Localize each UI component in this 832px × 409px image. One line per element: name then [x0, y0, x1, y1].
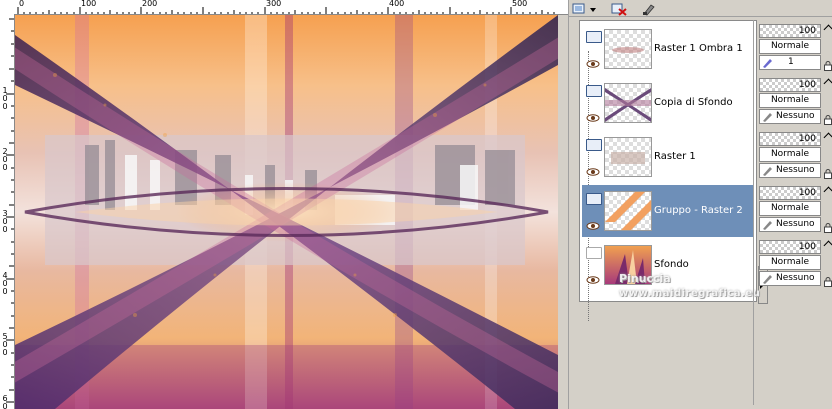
vruler-label-500: 5 0 0 [2, 332, 8, 357]
mask-value: 1 [788, 57, 794, 67]
brush-icon [762, 165, 773, 176]
opacity-slider[interactable]: 100 [759, 78, 821, 92]
layer-thumbnail[interactable] [604, 137, 652, 177]
brush-icon [762, 273, 773, 284]
layer-row-raster-1-ombra-1[interactable]: Raster 1 Ombra 1 [582, 23, 754, 75]
layer-props-raster-1: 100 Normale Nessuno [757, 130, 832, 182]
ruler-label-200: 200 [142, 0, 158, 8]
blend-mode-select[interactable]: Normale [759, 201, 821, 216]
ruler-label-500: 500 [512, 0, 528, 8]
palette-divider [753, 20, 754, 405]
layer-type-icon[interactable] [586, 31, 602, 43]
opacity-value: 100 [798, 80, 816, 90]
lock-icon[interactable] [824, 272, 832, 287]
horizontal-ruler: 0 100 200 300 400 500 [0, 0, 568, 15]
layer-thumbnail[interactable] [604, 29, 652, 69]
vruler-label-100: 1 0 0 [2, 86, 8, 111]
canvas-artwork [15, 15, 558, 409]
opacity-slider[interactable]: 100 [759, 132, 821, 146]
layer-row-copia-di-sfondo[interactable]: Copia di Sfondo [582, 77, 754, 129]
visibility-eye-icon[interactable] [586, 53, 600, 68]
layer-name: Copia di Sfondo [654, 97, 733, 108]
layer-props-raster-1-ombra-1: 100 Normale 1 [757, 22, 832, 74]
new-layer-icon[interactable] [571, 1, 587, 14]
blend-mode-select[interactable]: Normale [759, 147, 821, 162]
mask-value: Nessuno [776, 219, 815, 229]
brush-icon [762, 111, 773, 122]
opacity-slider[interactable]: 100 [759, 24, 821, 38]
chevron-icon[interactable] [823, 186, 832, 197]
dropdown-arrow-icon[interactable] [588, 1, 604, 14]
layer-props-copia-di-sfondo: 100 Normale Nessuno [757, 76, 832, 128]
vruler-label-200: 2 0 0 [2, 147, 8, 172]
visibility-eye-icon[interactable] [586, 107, 600, 122]
brush-icon [762, 219, 773, 230]
opacity-value: 100 [798, 188, 816, 198]
delete-layer-icon[interactable] [611, 1, 627, 16]
opacity-value: 100 [798, 134, 816, 144]
vruler-label-600: 6 0 0 [2, 394, 8, 409]
layer-thumbnail[interactable] [604, 83, 652, 123]
lock-icon[interactable] [824, 218, 832, 233]
mask-field[interactable]: Nessuno [759, 271, 821, 286]
opacity-value: 100 [798, 242, 816, 252]
chevron-icon[interactable] [823, 132, 832, 143]
layer-name: Gruppo - Raster 2 [654, 205, 743, 216]
layer-name: Raster 1 [654, 151, 696, 162]
blend-mode-select[interactable]: Normale [759, 39, 821, 54]
mask-value: Nessuno [776, 165, 815, 175]
layer-props-gruppo-raster-2: 100 Normale Nessuno [757, 184, 832, 236]
mask-field[interactable]: Nessuno [759, 109, 821, 124]
layer-name: Raster 1 Ombra 1 [654, 43, 743, 54]
visibility-eye-icon[interactable] [586, 269, 600, 284]
blend-mode-select[interactable]: Normale [759, 255, 821, 270]
opacity-slider[interactable]: 100 [759, 240, 821, 254]
canvas-gutter [558, 15, 568, 409]
watermark-url: www.maidiregrafica.eu [619, 288, 761, 299]
layer-name: Sfondo [654, 259, 689, 270]
ruler-label-400: 400 [389, 0, 405, 8]
layer-type-icon[interactable] [586, 247, 602, 259]
lock-icon[interactable] [824, 110, 832, 125]
ruler-label-300: 300 [266, 0, 282, 8]
mask-field[interactable]: 1 [759, 55, 821, 70]
layer-type-icon[interactable] [586, 85, 602, 97]
edit-mask-icon[interactable] [641, 1, 657, 16]
mask-value: Nessuno [776, 111, 815, 121]
lock-icon[interactable] [824, 164, 832, 179]
chevron-icon[interactable] [823, 78, 832, 89]
layer-row-gruppo-raster-2[interactable]: Gruppo - Raster 2 [582, 185, 754, 237]
visibility-eye-icon[interactable] [586, 161, 600, 176]
opacity-slider[interactable]: 100 [759, 186, 821, 200]
layers-toolbar [569, 0, 832, 17]
layer-thumbnail[interactable] [604, 191, 652, 231]
ruler-label-0: 0 [19, 0, 25, 8]
vruler-label-300: 3 0 0 [2, 209, 8, 234]
layer-type-icon[interactable] [586, 193, 602, 205]
mask-field[interactable]: Nessuno [759, 163, 821, 178]
mask-value: Nessuno [776, 273, 815, 283]
layer-props-sfondo: 100 Normale Nessuno [757, 238, 832, 290]
visibility-eye-icon[interactable] [586, 215, 600, 230]
watermark-name: Pinuccia [619, 272, 671, 285]
vruler-label-400: 4 0 0 [2, 271, 8, 296]
layers-palette: Raster 1 Ombra 1 Copia di Sfondo Raster … [568, 0, 832, 409]
layer-list[interactable]: Raster 1 Ombra 1 Copia di Sfondo Raster … [579, 20, 768, 321]
image-canvas[interactable] [15, 15, 558, 409]
blend-mode-select[interactable]: Normale [759, 93, 821, 108]
mask-field[interactable]: Nessuno [759, 217, 821, 232]
brush-icon [762, 57, 773, 68]
chevron-icon[interactable] [823, 24, 832, 35]
layer-row-raster-1[interactable]: Raster 1 [582, 131, 754, 183]
ruler-label-100: 100 [81, 0, 97, 8]
vertical-ruler: 1 0 0 2 0 0 3 0 0 4 0 0 5 0 0 6 0 0 [0, 14, 15, 409]
lock-icon[interactable] [824, 56, 832, 71]
opacity-value: 100 [798, 26, 816, 36]
chevron-icon[interactable] [823, 240, 832, 251]
layer-type-icon[interactable] [586, 139, 602, 151]
